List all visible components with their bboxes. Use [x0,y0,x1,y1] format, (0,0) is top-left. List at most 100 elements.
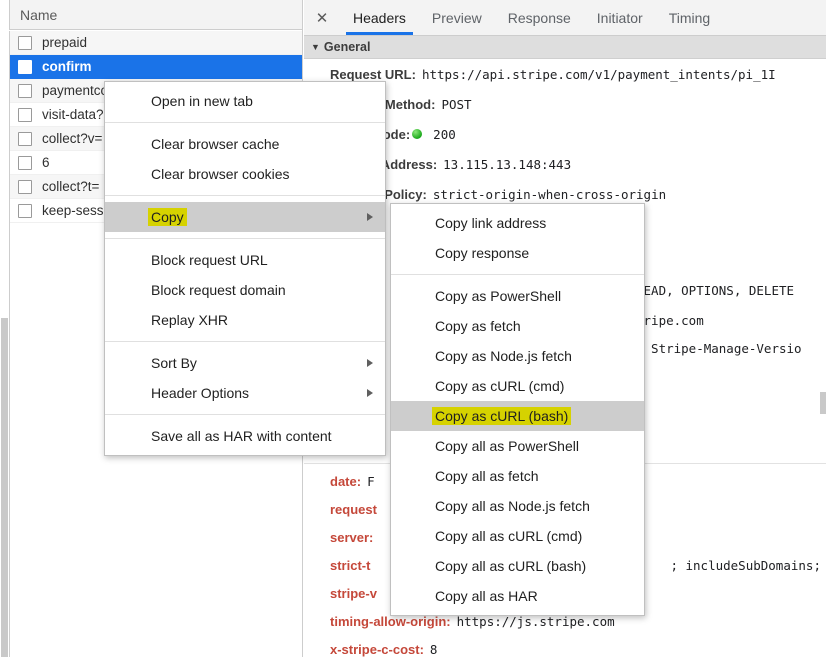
header-value: 200 [433,126,456,142]
menu-item-open-in-new-tab[interactable]: Open in new tab [105,86,385,116]
header-value: https://api.stripe.com/v1/payment_intent… [421,66,776,82]
menu-item-label: Copy all as PowerShell [435,438,579,454]
menu-item-label: Header Options [151,385,250,401]
menu-item-label: Clear browser cookies [151,166,290,182]
general-section-header[interactable]: ▼ General [304,36,826,59]
header-key: date: [330,473,362,489]
tab-label: Headers [353,9,406,26]
response-header-row: x-stripe-c-cost: 8 [304,635,826,657]
column-header-name[interactable]: Name [9,0,302,30]
menu-item-label: Copy response [435,245,530,261]
left-scrollbar-track[interactable] [0,0,9,657]
header-value: strict-origin-when-cross-origin [432,186,667,202]
header-value: POST [441,96,472,112]
row-checkbox[interactable] [18,35,32,50]
menu-item-label: Open in new tab [151,93,253,109]
menu-item-label: Copy [148,208,187,226]
tabs-container: Headers Preview Response Initiator Timing [340,0,723,35]
row-checkbox[interactable] [18,107,32,122]
menu-separator [105,341,385,342]
tab-response[interactable]: Response [495,0,584,35]
menu-item-copy-as-curl-bash[interactable]: Copy as cURL (bash) [391,401,644,431]
header-key: stripe-v [330,585,377,601]
menu-item-label: Sort By [151,355,197,371]
menu-separator [105,414,385,415]
menu-item-label: Block request URL [151,252,268,268]
tab-timing[interactable]: Timing [656,0,724,35]
menu-item-clear-browser-cookies[interactable]: Clear browser cookies [105,159,385,189]
tab-initiator[interactable]: Initiator [584,0,656,35]
row-checkbox[interactable] [18,179,32,194]
menu-item-header-options[interactable]: Header Options [105,378,385,408]
menu-item-copy[interactable]: Copy [105,202,385,232]
menu-item-replay-xhr[interactable]: Replay XHR [105,305,385,335]
header-key: x-stripe-c-cost: [330,641,424,657]
menu-item-label: Copy as PowerShell [435,288,562,304]
menu-item-label: Copy as cURL (cmd) [435,378,565,394]
row-checkbox[interactable] [18,131,32,146]
menu-item-copy-all-as-har[interactable]: Copy all as HAR [391,581,644,611]
copy-submenu: Copy link address Copy response Copy as Po… [390,203,645,616]
chevron-right-icon [367,359,373,367]
request-name-label: paymentco [42,83,109,98]
request-name-label: prepaid [42,35,88,50]
request-name-label: keep-sessi [42,203,107,218]
menu-item-copy-all-as-fetch[interactable]: Copy all as fetch [391,461,644,491]
context-menu: Open in new tab Clear browser cache Clear … [104,81,386,456]
obscured-header-value: , Stripe-Manage-Versio [636,340,802,356]
menu-separator [105,238,385,239]
menu-item-copy-all-as-powershell[interactable]: Copy all as PowerShell [391,431,644,461]
menu-separator [391,274,644,275]
menu-item-copy-as-curl-cmd[interactable]: Copy as cURL (cmd) [391,371,644,401]
menu-item-copy-as-powershell[interactable]: Copy as PowerShell [391,281,644,311]
tab-label: Initiator [596,9,643,26]
menu-separator [105,122,385,123]
request-name-label: collect?v= [42,131,103,146]
menu-item-label: Save all as HAR with content [151,428,332,444]
header-key: Request URL: [330,66,416,82]
tab-headers[interactable]: Headers [340,0,419,35]
menu-separator [105,195,385,196]
menu-item-copy-response[interactable]: Copy response [391,238,644,268]
menu-item-block-request-domain[interactable]: Block request domain [105,275,385,305]
menu-item-copy-link-address[interactable]: Copy link address [391,208,644,238]
request-list-item[interactable]: prepaid [10,31,302,55]
request-name-label: confirm [42,59,92,74]
tab-label: Response [507,9,571,26]
menu-item-label: Copy link address [435,215,547,231]
header-value: F [367,473,375,489]
request-list-item[interactable]: confirm [10,55,302,79]
menu-item-save-all-as-har-with-content[interactable]: Save all as HAR with content [105,421,385,451]
menu-item-label: Copy as Node.js fetch [435,348,572,364]
header-value: ; includeSubDomains; p [670,557,826,573]
menu-item-clear-browser-cache[interactable]: Clear browser cache [105,129,385,159]
menu-item-label: Block request domain [151,282,286,298]
menu-item-copy-all-as-curl-bash[interactable]: Copy all as cURL (bash) [391,551,644,581]
menu-item-label: Copy as fetch [435,318,521,334]
general-section-label: General [323,40,371,54]
menu-item-label: Copy all as HAR [435,588,538,604]
request-name-label: visit-data? [42,107,104,122]
menu-item-label: Copy as cURL (bash) [432,407,572,425]
close-icon[interactable]: ✕ [304,0,340,35]
menu-item-copy-all-as-node-js-fetch[interactable]: Copy all as Node.js fetch [391,491,644,521]
row-checkbox[interactable] [18,155,32,170]
row-checkbox[interactable] [18,59,32,74]
column-header-name-label: Name [20,6,58,23]
row-checkbox[interactable] [18,83,32,98]
tab-preview[interactable]: Preview [419,0,495,35]
menu-item-copy-as-fetch[interactable]: Copy as fetch [391,311,644,341]
menu-item-copy-as-node-js-fetch[interactable]: Copy as Node.js fetch [391,341,644,371]
chevron-right-icon [367,389,373,397]
tab-label: Preview [431,9,482,26]
header-value: 8 [429,641,438,657]
menu-item-block-request-url[interactable]: Block request URL [105,245,385,275]
menu-item-copy-all-as-curl-cmd[interactable]: Copy all as cURL (cmd) [391,521,644,551]
chevron-right-icon [367,213,373,221]
left-scrollbar-thumb[interactable] [1,318,8,657]
request-name-label: collect?t= [42,179,100,194]
right-scrollbar-thumb[interactable] [820,392,826,414]
menu-item-sort-by[interactable]: Sort By [105,348,385,378]
row-checkbox[interactable] [18,203,32,218]
header-key: request [330,501,377,517]
